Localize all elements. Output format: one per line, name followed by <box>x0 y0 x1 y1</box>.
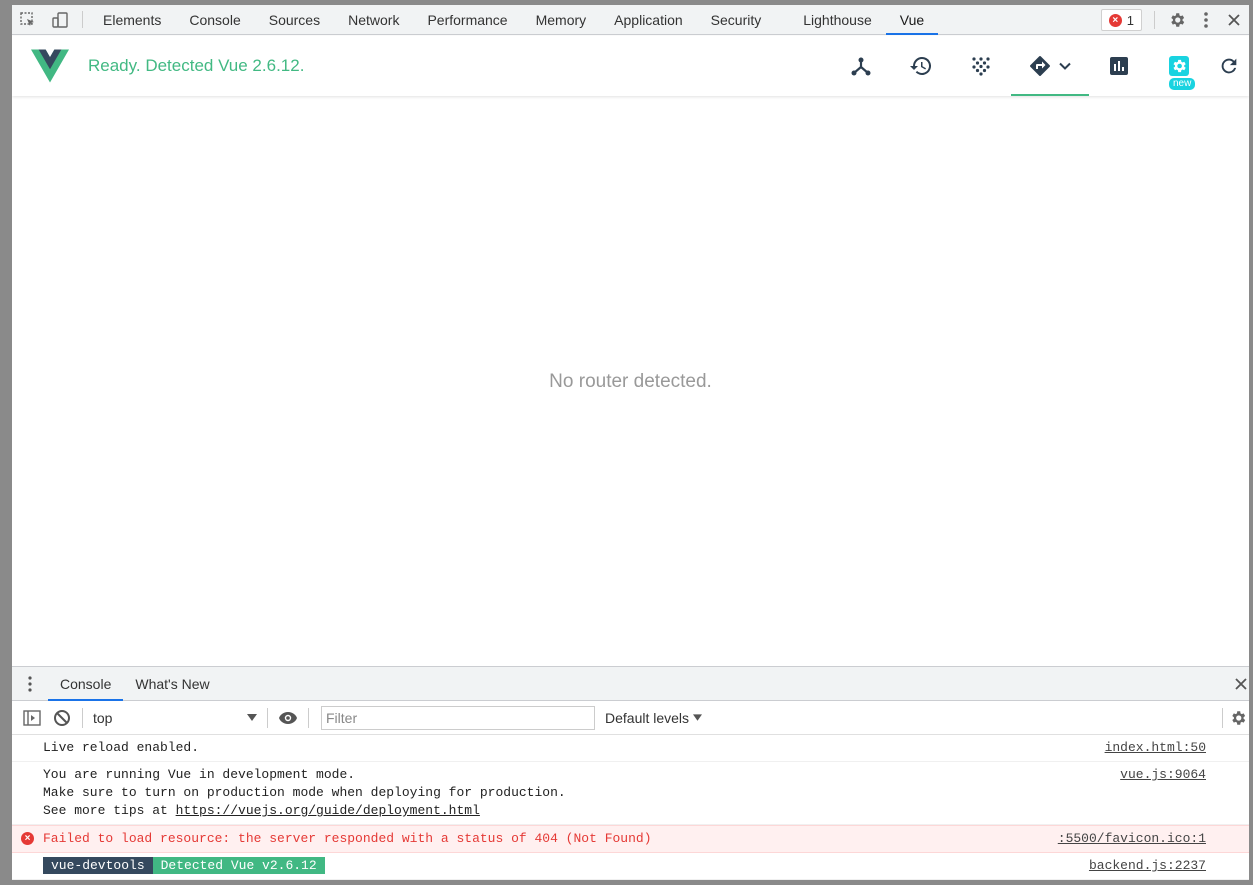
tab-performance[interactable]: Performance <box>413 5 521 34</box>
components-tab[interactable] <box>831 36 891 96</box>
events-icon <box>972 57 990 76</box>
log-text-tip: See more tips at https://vuejs.org/guide… <box>43 802 1209 820</box>
error-icon: × <box>21 832 34 845</box>
toolbar-divider <box>82 707 83 728</box>
log-tip-prefix: See more tips at <box>43 803 176 818</box>
console-toolbar: top Default levels <box>12 701 1249 735</box>
log-source-link[interactable]: vue.js:9064 <box>1120 766 1206 784</box>
context-selector[interactable]: top <box>89 710 261 726</box>
refresh-tab[interactable] <box>1209 36 1249 96</box>
devtools-tab-bar: Elements Console Sources Network Perform… <box>12 5 1249 35</box>
tab-console[interactable]: Console <box>175 5 254 34</box>
close-drawer-icon[interactable] <box>1235 667 1247 701</box>
vue-devtools-badge: vue-devtools <box>43 857 153 874</box>
tab-network[interactable]: Network <box>334 5 413 34</box>
console-messages: Live reload enabled. index.html:50 You a… <box>12 735 1249 880</box>
devtools-window: Elements Console Sources Network Perform… <box>12 5 1249 880</box>
tab-application[interactable]: Application <box>600 5 697 34</box>
router-directions-icon <box>1030 56 1050 76</box>
log-text: Make sure to turn on production mode whe… <box>43 785 566 800</box>
vue-tool-tabs: new <box>831 36 1249 96</box>
history-icon <box>910 56 932 75</box>
components-icon <box>851 57 871 76</box>
log-text: Live reload enabled. <box>43 740 200 755</box>
live-expression-eye-icon[interactable] <box>274 704 302 732</box>
tab-vue[interactable]: Vue <box>885 5 939 35</box>
log-levels-label: Default levels <box>605 709 690 726</box>
log-levels-dropdown[interactable]: Default levels <box>605 709 703 726</box>
log-message: vue-devtools Detected Vue v2.6.12 backend… <box>12 853 1249 880</box>
vue-devtools-header: Ready. Detected Vue 2.6.12. new <box>12 36 1249 96</box>
log-message: Live reload enabled. index.html:50 <box>12 735 1249 762</box>
detected-vue-badge: Detected Vue v2.6.12 <box>152 857 325 874</box>
tab-lighthouse[interactable]: Lighthouse <box>789 5 886 34</box>
settings-gear-icon[interactable] <box>1161 11 1193 29</box>
context-value: top <box>93 709 113 726</box>
new-badge: new <box>1169 78 1196 90</box>
dropdown-arrow-icon <box>247 713 257 721</box>
drawer-tab-whats-new[interactable]: What's New <box>123 667 221 700</box>
log-error-message: × Failed to load resource: the server re… <box>12 825 1249 853</box>
error-count-badge[interactable]: × 1 <box>1100 9 1142 31</box>
drawer-tab-bar: Console What's New <box>12 667 1249 701</box>
deployment-guide-link[interactable]: https://vuejs.org/guide/deployment.html <box>176 803 480 818</box>
tab-sources[interactable]: Sources <box>255 5 334 34</box>
error-icon: × <box>1108 13 1122 27</box>
router-panel: No router detected. <box>12 97 1249 667</box>
vue-logo-icon <box>31 49 69 83</box>
toolbar-divider <box>82 11 83 28</box>
error-count: 1 <box>1126 12 1134 28</box>
vue-detected-status: Ready. Detected Vue 2.6.12. <box>88 56 305 75</box>
log-source-link[interactable]: index.html:50 <box>1105 739 1206 757</box>
refresh-icon <box>1221 58 1237 74</box>
log-text: You are running Vue in development mode. <box>43 767 356 782</box>
toolbar-divider <box>1222 708 1223 728</box>
tab-memory[interactable]: Memory <box>522 5 601 34</box>
devtools-badge: vue-devtools Detected Vue v2.6.12 <box>43 857 1209 875</box>
settings-tab[interactable]: new <box>1149 36 1209 96</box>
log-source-link[interactable]: backend.js:2237 <box>1089 857 1206 875</box>
chevron-down-icon <box>1059 62 1071 70</box>
log-message: You are running Vue in development mode.… <box>12 762 1249 825</box>
performance-tab[interactable] <box>1089 36 1149 96</box>
more-options-icon[interactable] <box>1193 11 1219 29</box>
console-settings-icon[interactable] <box>1229 704 1249 732</box>
clear-console-icon[interactable] <box>48 704 76 732</box>
bar-chart-icon <box>1110 57 1128 75</box>
console-toolbar-right <box>1216 701 1249 735</box>
close-devtools-icon[interactable] <box>1219 14 1249 26</box>
tab-elements[interactable]: Elements <box>89 5 175 34</box>
inspect-element-icon[interactable] <box>12 5 44 34</box>
toolbar-divider <box>1154 11 1155 29</box>
log-source-link[interactable]: :5500/favicon.ico:1 <box>1058 830 1206 848</box>
device-toolbar-icon[interactable] <box>44 5 76 34</box>
events-tab[interactable] <box>951 36 1011 96</box>
settings-icon <box>1169 56 1189 76</box>
toolbar-divider <box>267 707 268 728</box>
console-drawer: Console What's New top Filter Default le… <box>12 666 1249 880</box>
log-text: Failed to load resource: the server resp… <box>43 831 652 846</box>
filter-input[interactable] <box>326 709 594 726</box>
router-tab[interactable] <box>1011 36 1089 96</box>
vuex-tab[interactable] <box>891 36 951 96</box>
tab-security[interactable]: Security <box>697 5 776 34</box>
drawer-menu-icon[interactable] <box>12 667 48 700</box>
empty-message: No router detected. <box>549 370 712 392</box>
filter-field[interactable] <box>321 705 595 730</box>
toolbar-divider <box>308 707 309 728</box>
devtools-tab-bar-right: × 1 <box>1100 5 1249 35</box>
sidebar-toggle-icon[interactable] <box>18 704 46 732</box>
dropdown-arrow-icon <box>693 713 703 721</box>
drawer-tab-console[interactable]: Console <box>48 667 124 701</box>
